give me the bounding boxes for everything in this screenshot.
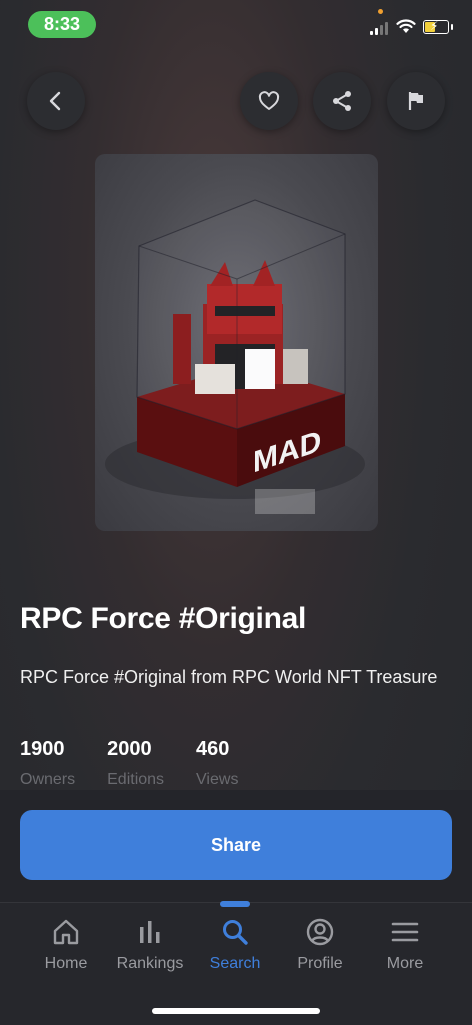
tab-label: More	[386, 955, 424, 972]
wifi-icon	[396, 19, 416, 33]
share-button[interactable]: Share	[20, 810, 452, 880]
search-icon	[223, 920, 248, 945]
tab-label: Rankings	[116, 955, 184, 972]
nft-stats: 1900 Owners 2000 Editions 460 Views	[20, 738, 270, 789]
status-bar: 8:33 ⚡	[0, 0, 472, 48]
chevron-left-icon	[49, 91, 61, 111]
nft-title: RPC Force #Original	[20, 602, 307, 635]
tab-label: Profile	[297, 955, 343, 972]
bottom-tab-bar: Home Rankings Search Profile More	[0, 901, 472, 1025]
voxel-cat-artwork: MAD	[105, 199, 365, 514]
camera-indicator-icon	[378, 9, 383, 14]
stat-label: Views	[196, 771, 239, 788]
stat-label: Editions	[107, 771, 165, 788]
bar-chart-icon	[140, 921, 160, 943]
tab-label: Home	[44, 955, 88, 972]
nft-description: RPC Force #Original from RPC World NFT T…	[20, 667, 438, 687]
stat-views: 460 Views	[196, 738, 238, 789]
cellular-signal-icon	[370, 22, 388, 35]
back-button[interactable]	[27, 72, 85, 130]
stat-value: 460	[196, 738, 230, 760]
tab-rankings[interactable]: Rankings	[106, 917, 194, 973]
home-icon	[53, 919, 79, 945]
stat-value: 2000	[107, 738, 152, 760]
status-time: 8:33	[28, 11, 96, 38]
battery-icon: ⚡	[423, 19, 453, 34]
nft-artwork: MAD	[95, 154, 378, 531]
share-icon	[333, 91, 351, 111]
stat-label: Owners	[20, 771, 76, 788]
stat-value: 1900	[20, 738, 65, 760]
home-indicator	[152, 1008, 320, 1014]
flag-icon	[408, 92, 423, 110]
report-button[interactable]	[387, 72, 445, 130]
share-icon-button[interactable]	[313, 72, 371, 130]
heart-icon	[258, 91, 280, 110]
tab-label: Search	[209, 955, 261, 972]
tab-search[interactable]: Search	[191, 917, 279, 973]
tab-more[interactable]: More	[361, 917, 449, 973]
tab-profile[interactable]: Profile	[276, 917, 364, 973]
menu-icon	[391, 922, 419, 942]
active-tab-indicator	[220, 901, 250, 907]
favorite-button[interactable]	[240, 72, 298, 130]
stat-editions: 2000 Editions	[107, 738, 164, 789]
profile-icon	[306, 918, 334, 946]
tab-home[interactable]: Home	[22, 917, 110, 973]
stat-owners: 1900 Owners	[20, 738, 75, 789]
